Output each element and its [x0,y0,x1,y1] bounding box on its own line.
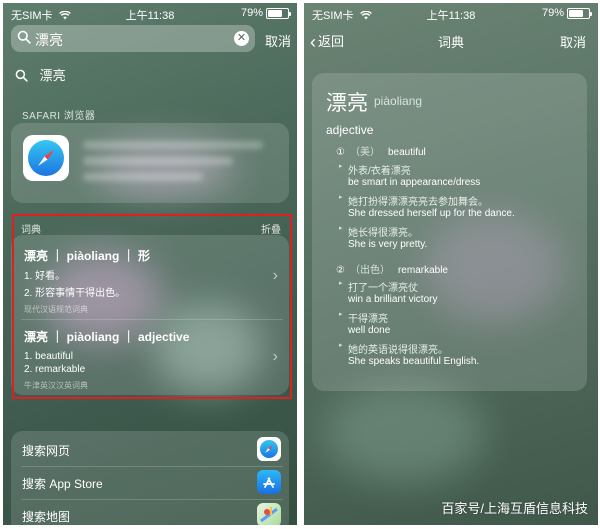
example-chinese: 打了一个漂亮仗 [339,279,418,294]
example-chinese: 她打扮得漂漂亮亮去参加舞会。 [339,193,488,208]
cancel-button[interactable]: 取消 [265,31,291,50]
blurred-text [83,157,233,165]
example-english: win a brilliant victory [348,294,438,305]
example-chinese: 干得漂亮 [339,310,388,325]
example-english: well done [348,325,391,336]
example-english: She speaks beautiful English. [348,356,480,367]
example-english: She dressed herself up for the dance. [348,208,515,219]
search-query: 漂亮 [35,32,63,48]
status-bar: 无SIM卡 上午11:38 79% [304,3,598,23]
blurred-url [83,173,203,181]
spotlight-search-screen: 无SIM卡 上午11:38 79% 漂亮 ✕ 取消 漂亮 SAFARI 浏览器 … [3,3,297,525]
divider [21,499,283,500]
example-chinese: 她的英语说得很漂亮。 [339,341,448,356]
suggestion-text: 漂亮 [39,68,66,83]
sense-heading: ② （出色） remarkable [336,265,448,276]
battery-percentage: 79% [541,7,564,19]
status-bar: 无SIM卡 上午11:38 79% [3,3,297,23]
search-web-action[interactable]: 搜索网页 [22,442,70,459]
highlight-annotation [12,214,292,399]
example-chinese: 外表/衣着漂亮 [339,162,411,177]
safari-section-label: SAFARI 浏览器 [22,111,96,122]
search-maps-action[interactable]: 搜索地图 [22,508,70,525]
battery-icon [266,8,291,19]
clear-search-button[interactable]: ✕ [234,31,249,46]
dictionary-entry-card: 漂亮 piàoliang adjective ①（美）beautiful 外表/… [312,73,587,391]
example-chinese: 她长得很漂亮。 [339,224,418,239]
battery-icon [567,8,592,19]
blurred-title [83,141,263,149]
page-title: 词典 [437,35,464,50]
example-english: be smart in appearance/dress [348,177,481,188]
part-of-speech: adjective [326,123,374,137]
dictionary-detail-screen: 无SIM卡 上午11:38 79% ‹ 返回 词典 取消 漂亮 piàoliang… [304,3,598,525]
sense-heading: ① （美） beautiful [336,147,426,158]
watermark: 百家号/上海互盾信息科技 [441,501,588,516]
search-field[interactable]: 漂亮 ✕ [11,25,255,52]
safari-suggestion-card[interactable] [11,123,289,203]
search-icon [15,69,28,82]
background-blur [324,383,484,483]
app-store-icon [257,470,281,494]
pinyin: piàoliang [374,94,423,108]
compass-icon [38,150,54,166]
example-english: She is very pretty. [348,239,428,250]
search-app-store-action[interactable]: 搜索 App Store [22,475,103,492]
safari-icon [257,437,281,461]
safari-app-icon [23,135,69,181]
maps-icon [257,503,281,525]
cancel-button[interactable]: 取消 [560,32,586,51]
search-icon [17,30,31,44]
battery-percentage: 79% [240,7,263,19]
search-suggestion[interactable]: 漂亮 [15,65,66,84]
headword: 漂亮 [326,92,368,115]
divider [21,466,283,467]
